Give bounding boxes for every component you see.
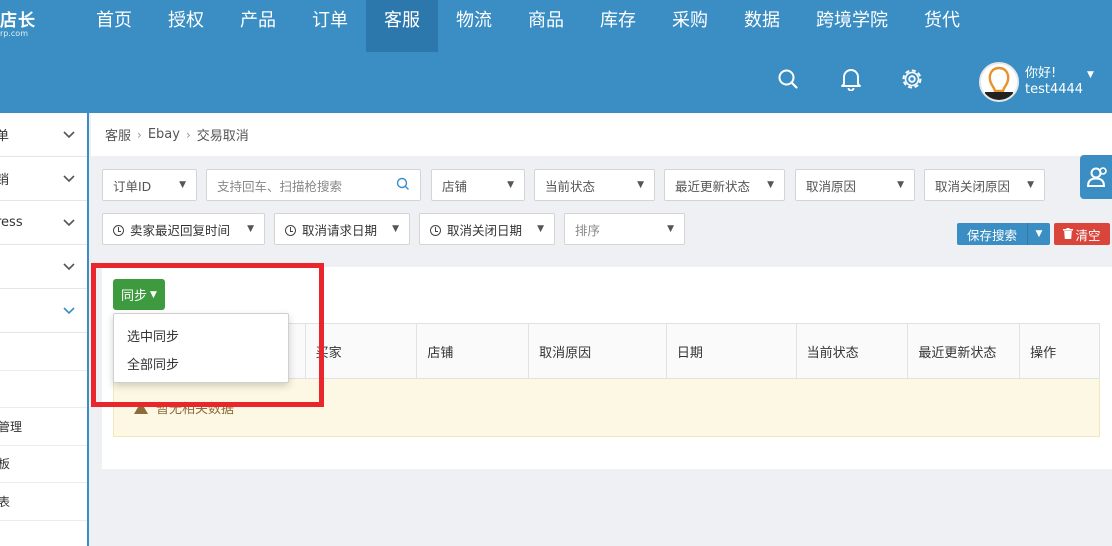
trash-icon [1063, 227, 1074, 242]
nav-item-purchase[interactable]: 采购 [654, 0, 726, 52]
user-greeting[interactable]: 你好! test4444 [1025, 66, 1083, 98]
logo[interactable]: 店长 rp.com [0, 6, 36, 38]
sidebar-item-label: 单 [0, 129, 10, 144]
caret-down-icon: ▼ [537, 224, 544, 234]
nav-item-products[interactable]: 产品 [222, 0, 294, 52]
main-nav: 首页 授权 产品 订单 客服 物流 商品 库存 采购 数据 跨境学院 货代 [78, 0, 978, 52]
column-header-buyer: 买家 [306, 324, 418, 378]
gear-icon[interactable] [899, 66, 925, 92]
breadcrumb: 客服 › Ebay › 交易取消 [91, 113, 1112, 156]
clear-button[interactable]: 清空 [1054, 223, 1110, 245]
sidebar-subitem-5[interactable]: 表 [0, 483, 87, 521]
cancel-close-reason-select[interactable]: 取消关闭原因 ▼ [924, 169, 1045, 201]
nav-item-academy[interactable]: 跨境学院 [798, 0, 906, 52]
sort-select[interactable]: 排序 ▼ [564, 213, 685, 245]
chevron-down-icon [63, 128, 75, 142]
sidebar-subitem-4[interactable]: 板 [0, 446, 87, 483]
chevron-right-icon: › [137, 127, 142, 142]
seller-last-reply-date-picker[interactable]: 卖家最迟回复时间 ▼ [102, 213, 265, 245]
warning-icon [134, 401, 148, 414]
sidebar-item-5[interactable] [0, 289, 87, 333]
nav-item-data[interactable]: 数据 [726, 0, 798, 52]
clock-icon [113, 224, 124, 236]
caret-down-icon: ▼ [897, 180, 904, 190]
sidebar-subitem-2[interactable] [0, 371, 87, 408]
sidebar-item-1[interactable]: 单 [0, 113, 87, 157]
save-search-button[interactable]: 保存搜索 ▼ [957, 223, 1050, 245]
sidebar-item-label: ress [0, 215, 23, 230]
menu-item-sync-all[interactable]: 全部同步 [114, 349, 288, 377]
sync-button[interactable]: 同步 ▼ [113, 279, 165, 310]
caret-down-icon: ▼ [637, 180, 644, 190]
chevron-down-icon [63, 216, 75, 230]
caret-down-icon: ▼ [247, 224, 254, 234]
cancel-request-date-picker[interactable]: 取消请求日期 ▼ [274, 213, 410, 245]
empty-state-text: 暂无相关数据 [156, 402, 235, 417]
top-header: 店长 rp.com 首页 授权 产品 订单 客服 物流 商品 库存 采购 数据 … [0, 0, 1112, 113]
column-header-recent-update-status: 最近更新状态 [908, 324, 1021, 378]
caret-down-icon: ▼ [507, 180, 514, 190]
user-menu-caret-icon[interactable]: ▼ [1087, 70, 1094, 80]
sidebar-subitem-3[interactable]: 管理 [0, 408, 87, 446]
caret-down-icon: ▼ [392, 224, 399, 234]
sync-dropdown-menu: 选中同步 全部同步 [113, 313, 289, 383]
cancel-close-date-picker[interactable]: 取消关闭日期 ▼ [419, 213, 555, 245]
recent-update-status-select[interactable]: 最近更新状态 ▼ [664, 169, 785, 201]
breadcrumb-item: 交易取消 [196, 129, 249, 144]
nav-item-customer-service[interactable]: 客服 [366, 0, 438, 52]
sidebar-item-4[interactable] [0, 245, 87, 289]
search-icon[interactable] [396, 177, 410, 194]
column-header-shop: 店铺 [417, 324, 530, 378]
nav-item-orders[interactable]: 订单 [294, 0, 366, 52]
sidebar-item-label: 销 [0, 173, 10, 188]
chevron-down-icon [63, 260, 75, 274]
avatar[interactable] [979, 62, 1019, 102]
breadcrumb-item[interactable]: 客服 [105, 125, 131, 144]
clock-icon [430, 224, 441, 236]
username-text: test4444 [1025, 82, 1084, 97]
greeting-text: 你好! [1025, 66, 1057, 81]
column-header-cancel-reason: 取消原因 [529, 324, 667, 378]
search-input[interactable]: 支持回车、扫描枪搜索 [206, 169, 421, 201]
chevron-right-icon: › [185, 127, 191, 142]
column-header-date: 日期 [667, 324, 797, 378]
nav-item-logistics[interactable]: 物流 [438, 0, 510, 52]
nav-item-authorize[interactable]: 授权 [150, 0, 222, 52]
caret-down-icon[interactable]: ▼ [1028, 223, 1050, 245]
breadcrumb-item[interactable]: Ebay [148, 127, 180, 142]
sidebar: 单 销 ress 管理 板 表 [0, 113, 89, 546]
empty-state-row: 暂无相关数据 [113, 379, 1100, 437]
nav-item-inventory[interactable]: 库存 [582, 0, 654, 52]
search-icon[interactable] [775, 66, 801, 92]
nav-item-goods[interactable]: 商品 [510, 0, 582, 52]
caret-down-icon: ▼ [1027, 180, 1034, 190]
shop-select[interactable]: 店铺 ▼ [431, 169, 525, 201]
order-id-select[interactable]: 订单ID ▼ [102, 169, 197, 201]
caret-down-icon: ▼ [667, 224, 674, 234]
caret-down-icon: ▼ [150, 289, 157, 300]
caret-down-icon: ▼ [767, 180, 774, 190]
bell-icon[interactable] [838, 66, 864, 92]
nav-item-freight[interactable]: 货代 [906, 0, 978, 52]
column-header-current-status: 当前状态 [797, 324, 909, 378]
menu-item-sync-selected[interactable]: 选中同步 [114, 321, 288, 349]
nav-item-home[interactable]: 首页 [78, 0, 150, 52]
caret-down-icon: ▼ [179, 180, 186, 190]
chevron-down-icon [63, 304, 75, 318]
current-status-select[interactable]: 当前状态 ▼ [534, 169, 655, 201]
cancel-reason-select[interactable]: 取消原因 ▼ [795, 169, 915, 201]
sidebar-item-3[interactable]: ress [0, 201, 87, 245]
clock-icon [285, 224, 296, 236]
chevron-down-icon [63, 172, 75, 186]
contact-users-icon[interactable] [1080, 155, 1112, 199]
column-header-actions: 操作 [1030, 345, 1057, 361]
sidebar-subitem-1[interactable] [0, 333, 87, 371]
sidebar-item-2[interactable]: 销 [0, 157, 87, 201]
